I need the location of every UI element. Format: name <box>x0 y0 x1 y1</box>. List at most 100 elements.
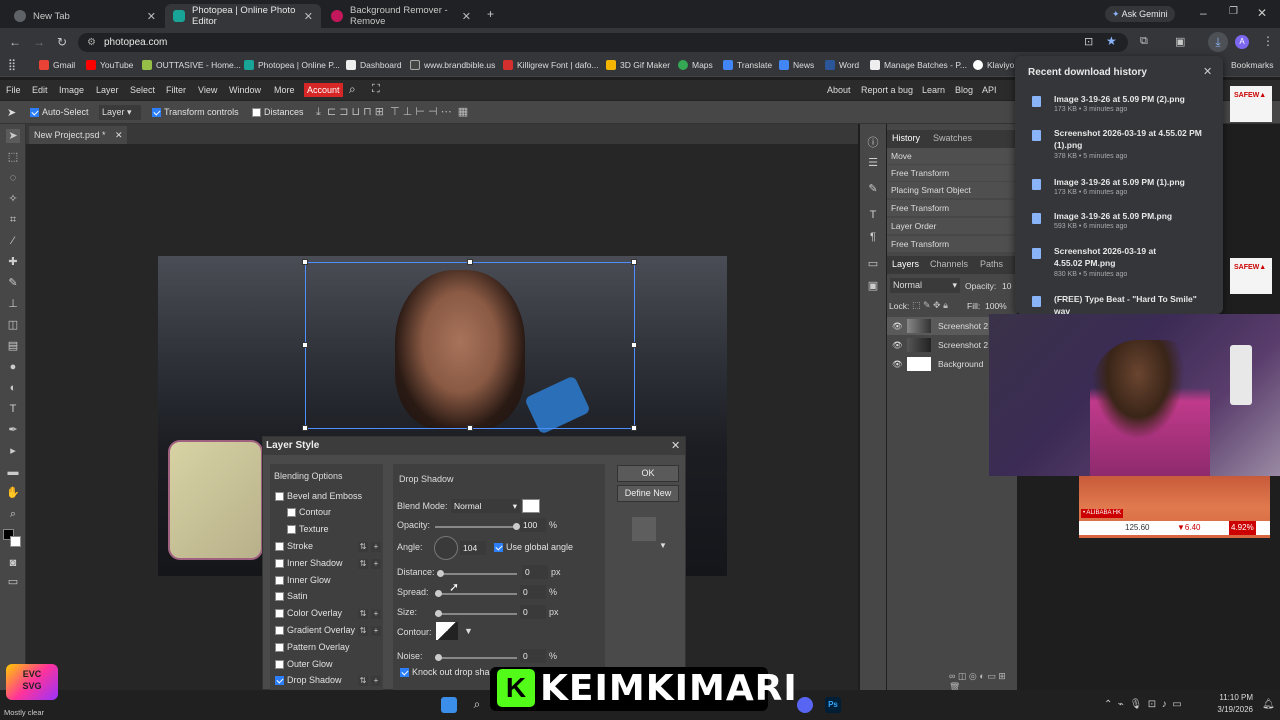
style-pattern-overlay[interactable]: Pattern Overlay <box>275 642 350 652</box>
lasso-tool[interactable]: ◌ <box>6 171 20 185</box>
fullscreen-icon[interactable]: ⛶ <box>372 83 380 96</box>
define-new-button[interactable]: Define New <box>617 485 679 502</box>
menu-layer[interactable]: Layer <box>96 85 119 95</box>
bookmark-manage-batches[interactable]: Manage Batches - P... <box>870 60 967 70</box>
hand-tool[interactable]: ✋ <box>6 486 20 500</box>
blend-mode-dropdown[interactable]: Normal ▾ <box>890 278 960 293</box>
menu-image[interactable]: Image <box>59 85 84 95</box>
history-item[interactable]: Placing Smart Object <box>887 182 1017 199</box>
knockout-checkbox[interactable]: Knock out drop sha <box>400 667 490 677</box>
close-downloads-icon[interactable]: ✕ <box>1203 65 1212 78</box>
ad-banner[interactable]: SAFEW▲ <box>1230 258 1272 294</box>
angle-input[interactable]: 104 <box>460 541 486 555</box>
stamp-tool[interactable]: ⊥ <box>6 297 20 311</box>
add-icon[interactable]: + <box>371 676 381 686</box>
healing-tool[interactable]: ✚ <box>6 255 20 269</box>
align-icons-group[interactable]: ⤓ ⊏ ⊐ ⊔ ⊓ ⊞ ⊤ ⊥ ⊢ ⊣ ⋯ ▦ <box>316 105 468 119</box>
reorder-icon[interactable]: ⇅ <box>358 609 368 619</box>
chevron-down-icon[interactable]: ▼ <box>464 626 473 636</box>
bookmark-star-icon[interactable]: ★ <box>1106 34 1117 48</box>
tab-photopea[interactable]: Photopea | Online Photo Editor ✕ <box>165 4 321 28</box>
transform-handle[interactable] <box>302 425 308 431</box>
bookmark-news[interactable]: News <box>779 60 814 70</box>
window-close-icon[interactable]: ✕ <box>1257 6 1267 20</box>
weather-text[interactable]: Mostly clear <box>4 708 44 717</box>
add-icon[interactable]: + <box>371 626 381 636</box>
close-tab-icon[interactable]: ✕ <box>462 10 471 23</box>
tab-paths[interactable]: Paths <box>980 259 1003 269</box>
bookmark-brandbible[interactable]: www.brandbible.us <box>410 60 495 70</box>
transform-handle[interactable] <box>467 259 473 265</box>
opacity-value[interactable]: 10 <box>1002 281 1011 291</box>
tab-new-project[interactable]: New Project.psd * ✕ <box>29 126 127 144</box>
history-item[interactable]: Layer Order <box>887 218 1017 235</box>
photoshop-icon[interactable]: Ps <box>825 697 841 713</box>
auto-select-target-dropdown[interactable]: Layer ▾ <box>99 105 141 120</box>
history-item[interactable]: Free Transform <box>887 236 1017 253</box>
side-panel-icon[interactable]: ▣ <box>1175 35 1185 48</box>
transform-handle[interactable] <box>467 425 473 431</box>
menu-select[interactable]: Select <box>130 85 155 95</box>
add-icon[interactable]: + <box>371 559 381 569</box>
character-icon[interactable]: T <box>866 208 880 222</box>
info-icon[interactable]: ⓘ <box>866 136 880 150</box>
bookmark-maps[interactable]: Maps <box>678 60 713 70</box>
transform-controls-checkbox[interactable]: Transform controls <box>152 107 239 117</box>
bookmark-outtasive[interactable]: OUTTASIVE - Home... <box>142 60 241 70</box>
distances-checkbox[interactable]: Distances <box>252 107 304 117</box>
fill-value[interactable]: 100% <box>985 301 1007 311</box>
install-app-icon[interactable]: ⊡ <box>1084 35 1093 48</box>
brush-tool[interactable]: ✎ <box>6 276 20 290</box>
transform-handle[interactable] <box>631 259 637 265</box>
bookmark-klaviyo[interactable]: Klaviyo <box>973 60 1014 70</box>
add-icon[interactable]: + <box>371 609 381 619</box>
tray-icons[interactable]: ⌃ ⌁ 🎙︎ ⊡ ♪ ▭ <box>1104 699 1182 710</box>
slider-knob[interactable] <box>513 523 520 530</box>
chevron-down-icon[interactable]: ▼ <box>659 541 667 550</box>
tab-layers[interactable]: Layers <box>892 259 919 269</box>
visibility-eye-icon[interactable]: 👁︎ <box>892 317 903 335</box>
menu-blog[interactable]: Blog <box>955 85 973 95</box>
opacity-input[interactable]: 100 <box>520 518 546 532</box>
bookmark-translate[interactable]: Translate <box>723 60 772 70</box>
transform-handle[interactable] <box>302 342 308 348</box>
paragraph-icon[interactable]: ¶ <box>866 230 880 244</box>
site-info-icon[interactable]: ⚙ <box>87 33 96 52</box>
shape-tool[interactable]: ▬ <box>6 465 20 479</box>
auto-select-checkbox[interactable]: Auto-Select <box>30 107 89 117</box>
history-item[interactable]: Free Transform <box>887 165 1017 182</box>
background-color-swatch[interactable] <box>10 536 21 547</box>
opacity-slider[interactable] <box>435 523 520 530</box>
new-tab-icon[interactable]: + <box>487 7 494 21</box>
menu-view[interactable]: View <box>198 85 217 95</box>
menu-more[interactable]: More <box>274 85 295 95</box>
menu-about[interactable]: About <box>827 85 851 95</box>
minimize-icon[interactable]: – <box>1200 6 1207 20</box>
style-gradient-overlay[interactable]: Gradient Overlay <box>275 625 355 635</box>
menu-api[interactable]: API <box>982 85 997 95</box>
menu-report-bug[interactable]: Report a bug <box>861 85 913 95</box>
path-select-tool[interactable]: ▸ <box>6 444 20 458</box>
menu-learn[interactable]: Learn <box>922 85 945 95</box>
apps-grid-icon[interactable]: ⣿ <box>8 58 16 71</box>
noise-input[interactable]: 0 <box>520 649 546 663</box>
clock-date[interactable]: 3/19/2026 <box>1207 705 1253 714</box>
history-item[interactable]: Move <box>887 148 1017 165</box>
zoom-tool[interactable]: ⌕ <box>6 507 20 521</box>
style-drop-shadow[interactable]: Drop Shadow <box>275 675 342 685</box>
slider-knob[interactable] <box>435 590 442 597</box>
notification-icon[interactable]: 🔔︎ <box>1262 699 1275 710</box>
style-contour[interactable]: Contour <box>287 507 331 517</box>
distance-slider[interactable] <box>437 570 517 577</box>
tab-history[interactable]: History <box>892 133 920 143</box>
reload-icon[interactable]: ↻ <box>57 35 67 49</box>
quick-mask-icon[interactable]: ◙ <box>6 556 20 570</box>
blur-tool[interactable]: ● <box>6 360 20 374</box>
size-slider[interactable] <box>435 610 517 617</box>
style-outer-glow[interactable]: Outer Glow <box>275 659 333 669</box>
slider-knob[interactable] <box>435 610 442 617</box>
noise-slider[interactable] <box>435 654 517 661</box>
properties-icon[interactable]: ☰ <box>866 156 880 170</box>
reorder-icon[interactable]: ⇅ <box>358 559 368 569</box>
style-stroke[interactable]: Stroke <box>275 541 313 551</box>
